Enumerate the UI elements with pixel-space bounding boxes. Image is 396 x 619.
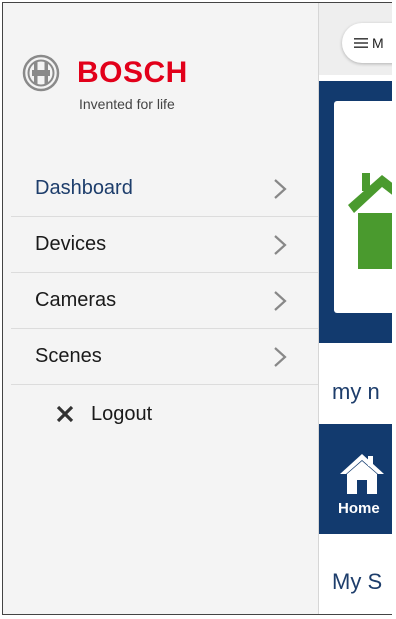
menu-item-label: Cameras: [35, 289, 117, 311]
home-icon: [340, 454, 384, 494]
logout-button[interactable]: Logout: [11, 385, 318, 443]
bosch-logo-icon: [22, 54, 60, 92]
navigation-drawer: BOSCH Invented for life Dashboard Device…: [3, 3, 319, 614]
home-tab[interactable]: Home: [318, 424, 392, 534]
home-tab-label: Home: [338, 500, 380, 517]
section-subheading: My S: [332, 569, 383, 594]
menu-item-dashboard[interactable]: Dashboard: [11, 161, 318, 217]
close-icon: [56, 405, 74, 423]
logout-label: Logout: [91, 402, 153, 425]
app-screen: M my n Home My S BOSCH Invented for life…: [0, 0, 396, 619]
menu-item-scenes[interactable]: Scenes: [11, 329, 318, 385]
chevron-right-icon: [274, 347, 287, 367]
dashboard-content: M my n Home My S: [318, 3, 392, 614]
house-illustration-icon: [348, 173, 392, 269]
menu-item-devices[interactable]: Devices: [11, 217, 318, 273]
chevron-right-icon: [274, 179, 287, 199]
brand-tagline: Invented for life: [79, 96, 175, 112]
menu-item-label: Dashboard: [35, 177, 133, 199]
section-heading: my n: [332, 379, 380, 404]
chevron-right-icon: [274, 291, 287, 311]
brand-name: BOSCH: [77, 56, 188, 89]
hamburger-icon: [354, 38, 368, 48]
chevron-right-icon: [274, 235, 287, 255]
top-bar: M: [318, 3, 392, 75]
hero-panel: [318, 81, 392, 343]
menu-toggle-label: M: [372, 35, 384, 51]
menu-item-cameras[interactable]: Cameras: [11, 273, 318, 329]
menu-toggle-button[interactable]: M: [342, 23, 392, 63]
hero-card[interactable]: [334, 101, 392, 313]
brand-header: BOSCH Invented for life: [21, 53, 281, 123]
menu-item-label: Devices: [35, 233, 107, 255]
menu-item-label: Scenes: [35, 345, 102, 367]
drawer-menu: Dashboard Devices Cameras Scenes Logout: [11, 161, 318, 443]
